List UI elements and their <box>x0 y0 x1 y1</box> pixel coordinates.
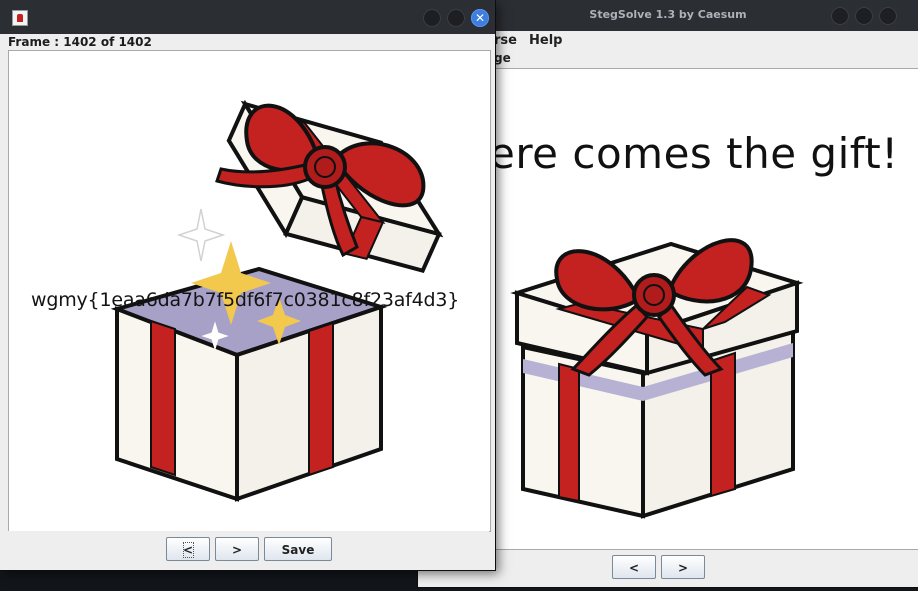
close-button[interactable] <box>879 7 897 25</box>
save-button[interactable]: Save <box>264 537 332 561</box>
minimize-button[interactable] <box>831 7 849 25</box>
menu-help[interactable]: Help <box>529 33 562 48</box>
sparkle-outline <box>176 208 226 262</box>
maximize-button[interactable] <box>855 7 873 25</box>
java-app-icon <box>12 10 28 26</box>
hidden-flag-text: wgmy{1eaa6da7b7f5df6f7c0381c8f23af4d3} <box>31 289 460 311</box>
bow-knot <box>303 145 347 189</box>
main-image-canvas: ere comes the gift! <box>488 68 918 550</box>
bow-knot <box>632 273 676 317</box>
main-next-button[interactable]: > <box>661 555 705 579</box>
frame-previous-button[interactable]: < <box>166 537 210 561</box>
close-button[interactable]: ✕ <box>471 9 489 27</box>
main-previous-button[interactable]: < <box>612 555 656 579</box>
frame-bottom-bar: < > Save <box>8 531 489 567</box>
ribbon-left <box>558 362 580 503</box>
ribbon-left <box>150 319 176 477</box>
minimize-button[interactable] <box>423 9 441 27</box>
ribbon-right <box>308 321 334 477</box>
maximize-button[interactable] <box>447 9 465 27</box>
ribbon-right <box>710 351 736 498</box>
closed-gift-box-illustration <box>510 238 804 519</box>
main-status-text: ge <box>494 51 511 65</box>
frame-window-titlebar[interactable]: ✕ <box>0 0 495 34</box>
menu-analyse[interactable]: rse <box>494 33 517 48</box>
frame-image-canvas: wgmy{1eaa6da7b7f5df6f7c0381c8f23af4d3} <box>8 50 491 532</box>
frame-browser-window: ✕ Frame : 1402 of 1402 wgmy{1eaa6da7b7f5… <box>0 0 495 570</box>
focus-indicator <box>183 542 194 558</box>
frame-next-button[interactable]: > <box>215 537 259 561</box>
frame-counter-label: Frame : 1402 of 1402 <box>8 35 152 49</box>
close-icon: ✕ <box>474 11 486 25</box>
